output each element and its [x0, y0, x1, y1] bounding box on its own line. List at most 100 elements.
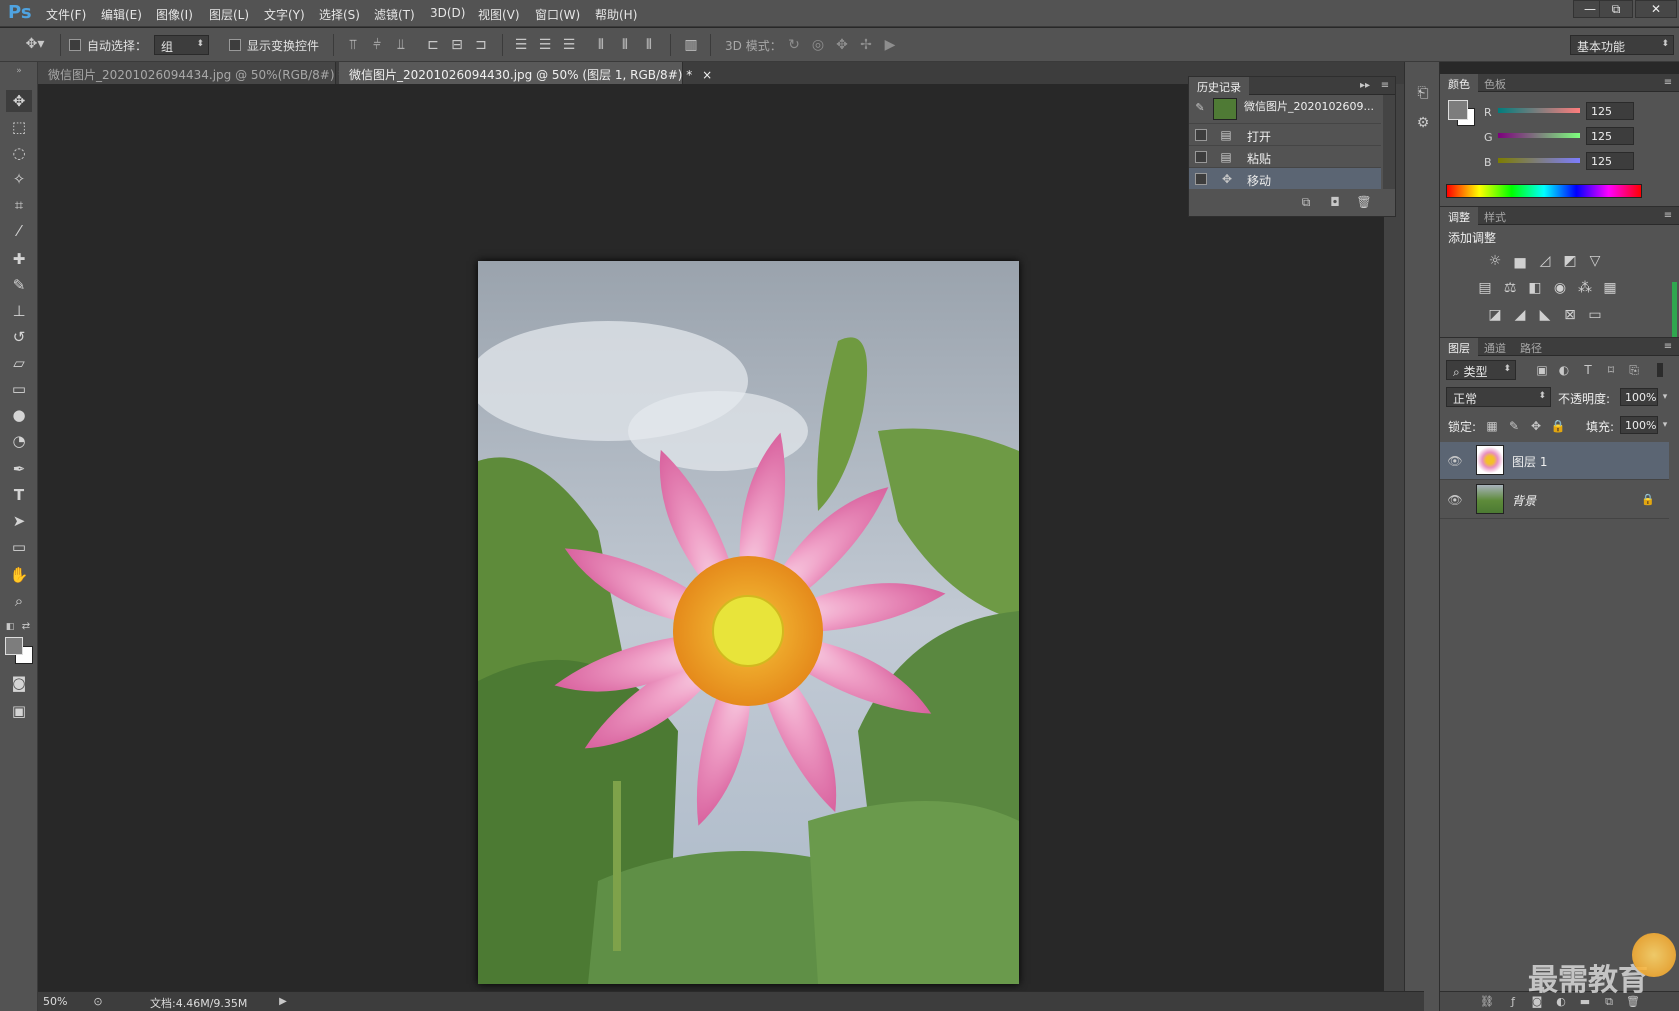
opacity-slider-icon[interactable]: ▾ — [1658, 388, 1672, 406]
trash-icon[interactable]: 🗑 — [1355, 193, 1373, 211]
align-right-icon[interactable]: ⊐ — [472, 36, 490, 54]
channel-g-slider[interactable] — [1498, 133, 1580, 138]
color-lookup-icon[interactable]: ▦ — [1600, 279, 1620, 297]
menu-image[interactable]: 图像(I) — [156, 6, 193, 23]
channel-b-input[interactable]: 125 — [1586, 152, 1634, 170]
channel-r-input[interactable]: 125 — [1586, 102, 1634, 120]
layer-row-background[interactable]: 👁 背景 🔒 — [1440, 481, 1669, 519]
selective-color-icon[interactable]: ⊠ — [1560, 306, 1580, 324]
menu-layer[interactable]: 图层(L) — [209, 6, 249, 23]
exposure-icon[interactable]: ◩ — [1560, 252, 1580, 270]
link-layers-icon[interactable]: ⛓ — [1478, 993, 1496, 1011]
align-vcenter-icon[interactable]: ⫩ — [368, 36, 386, 54]
path-selection-tool-icon[interactable]: ➤ — [6, 510, 32, 532]
invert-icon[interactable]: ◪ — [1485, 306, 1505, 324]
quick-mask-icon[interactable]: ◙ — [6, 672, 32, 694]
type-tool-icon[interactable]: T — [6, 484, 32, 506]
menu-select[interactable]: 选择(S) — [319, 6, 360, 23]
channel-mixer-icon[interactable]: ⁂ — [1575, 279, 1595, 297]
3d-roll-icon[interactable]: ◎ — [809, 36, 827, 54]
lock-image-icon[interactable]: ✎ — [1506, 417, 1522, 435]
menu-file[interactable]: 文件(F) — [46, 6, 86, 23]
opacity-input[interactable]: 100% — [1620, 388, 1658, 406]
photo-filter-icon[interactable]: ◉ — [1550, 279, 1570, 297]
history-scrollbar[interactable] — [1383, 95, 1395, 189]
crop-tool-icon[interactable]: ⌗ — [6, 194, 32, 216]
filter-shape-icon[interactable]: ⌑ — [1602, 361, 1620, 379]
channel-b-slider[interactable] — [1498, 158, 1580, 163]
magic-wand-tool-icon[interactable]: ✧ — [6, 168, 32, 190]
align-left-icon[interactable]: ⊏ — [424, 36, 442, 54]
status-info-icon[interactable]: ⊙ — [90, 993, 106, 1011]
pen-tool-icon[interactable]: ✒ — [6, 458, 32, 480]
swap-colors-icon[interactable]: ⇄ — [20, 618, 32, 636]
move-tool-preset-icon[interactable]: ✥▾ — [20, 35, 50, 53]
brightness-contrast-icon[interactable]: ☼ — [1485, 252, 1505, 270]
foreground-color-swatch[interactable] — [5, 637, 23, 655]
menu-view[interactable]: 视图(V) — [478, 6, 520, 23]
menu-edit[interactable]: 编辑(E) — [101, 6, 142, 23]
lock-transparent-icon[interactable]: ▦ — [1484, 417, 1500, 435]
canvas-scrollbar[interactable] — [1384, 84, 1404, 991]
color-balance-icon[interactable]: ⚖ — [1500, 279, 1520, 297]
lock-all-icon[interactable]: 🔒 — [1550, 417, 1566, 435]
3d-rotate-icon[interactable]: ↻ — [785, 36, 803, 54]
gradient-tool-icon[interactable]: ▭ — [6, 378, 32, 400]
default-colors-icon[interactable]: ◧ — [4, 618, 16, 636]
history-brush-source-box[interactable] — [1195, 173, 1207, 185]
distribute-vcenter-icon[interactable]: ☰ — [536, 36, 554, 54]
menu-window[interactable]: 窗口(W) — [535, 6, 580, 23]
new-document-from-state-icon[interactable]: ⧉ — [1297, 193, 1315, 211]
color-spectrum-ramp[interactable] — [1446, 184, 1642, 198]
distribute-left-icon[interactable]: ⫴ — [592, 36, 610, 54]
move-tool-icon[interactable]: ✥ — [6, 90, 32, 112]
channel-r-slider[interactable] — [1498, 108, 1580, 113]
tab-layers[interactable]: 图层 — [1440, 338, 1478, 356]
restore-button[interactable]: ⧉ — [1599, 0, 1633, 18]
document-tab-2[interactable]: 微信图片_20201026094430.jpg @ 50% (图层 1, RGB… — [339, 62, 712, 84]
eye-icon[interactable]: 👁 — [1446, 452, 1464, 470]
rectangle-tool-icon[interactable]: ▭ — [6, 536, 32, 558]
workspace-dropdown[interactable]: 基本功能 ⬍ — [1570, 35, 1674, 55]
clone-stamp-tool-icon[interactable]: ⊥ — [6, 300, 32, 322]
layer-filter-dropdown[interactable]: ⌕ 类型 ⬍ — [1446, 360, 1516, 380]
filter-adjustment-icon[interactable]: ◐ — [1555, 361, 1573, 379]
3d-pan-icon[interactable]: ✥ — [833, 36, 851, 54]
tab-history[interactable]: 历史记录 — [1189, 77, 1249, 95]
brush-tool-icon[interactable]: ✎ — [6, 274, 32, 296]
document-tab-1[interactable]: 微信图片_20201026094434.jpg @ 50%(RGB/8#) * … — [38, 62, 364, 84]
history-item-move[interactable]: ✥ 移动 — [1189, 167, 1381, 189]
blend-mode-dropdown[interactable]: 正常 ⬍ — [1446, 387, 1551, 407]
black-white-icon[interactable]: ◧ — [1525, 279, 1545, 297]
align-top-icon[interactable]: ⫪ — [344, 36, 362, 54]
hue-saturation-icon[interactable]: ▤ — [1475, 279, 1495, 297]
history-item-open[interactable]: ▤ 打开 — [1189, 123, 1381, 145]
align-hcenter-icon[interactable]: ⊟ — [448, 36, 466, 54]
close-button[interactable]: ✕ — [1635, 0, 1677, 18]
panel-scrollbar[interactable] — [1672, 282, 1677, 337]
history-snapshot[interactable]: ✎ 微信图片_2020102609... — [1189, 95, 1381, 123]
history-brush-source-box[interactable] — [1195, 129, 1207, 141]
panel-menu-icon[interactable]: ≡ — [1660, 338, 1676, 356]
menu-3d[interactable]: 3D(D) — [430, 6, 465, 20]
tab-adjustments[interactable]: 调整 — [1440, 207, 1478, 225]
layer-row-layer1[interactable]: 👁 图层 1 — [1440, 442, 1669, 480]
panel-menu-icon[interactable]: ≡ — [1660, 207, 1676, 225]
tab-swatches[interactable]: 色板 — [1476, 74, 1514, 92]
fill-slider-icon[interactable]: ▾ — [1658, 416, 1672, 434]
filter-type-icon[interactable]: T — [1579, 361, 1597, 379]
screen-mode-icon[interactable]: ▣ — [6, 700, 32, 722]
collapse-toolbar-icon[interactable]: » — [4, 62, 34, 80]
menu-filter[interactable]: 滤镜(T) — [374, 6, 415, 23]
history-brush-tool-icon[interactable]: ↺ — [6, 326, 32, 348]
document-image[interactable] — [478, 261, 1019, 984]
menu-help[interactable]: 帮助(H) — [595, 6, 637, 23]
curves-icon[interactable]: ◿ — [1535, 252, 1555, 270]
zoom-level[interactable]: 50% — [43, 995, 67, 1008]
camera-icon[interactable]: ◘ — [1326, 193, 1344, 211]
history-brush-source-box[interactable] — [1195, 151, 1207, 163]
eyedropper-tool-icon[interactable]: ⁄ — [6, 220, 32, 242]
distribute-right-icon[interactable]: ⫴ — [640, 36, 658, 54]
threshold-icon[interactable]: ◣ — [1535, 306, 1555, 324]
history-brush-source-icon[interactable]: ✎ — [1193, 99, 1207, 117]
